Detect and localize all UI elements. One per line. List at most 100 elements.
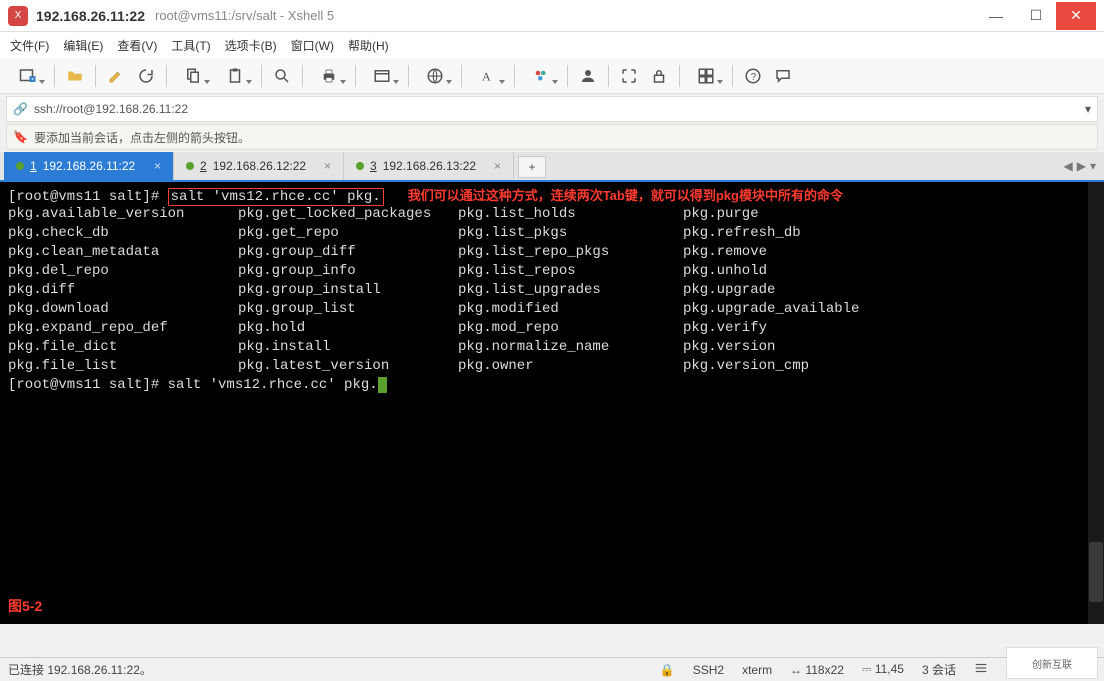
hint-text: 要添加当前会话，点击左侧的箭头按钮。 bbox=[34, 129, 250, 146]
window-subtitle: root@vms11:/srv/salt - Xshell 5 bbox=[155, 8, 334, 23]
bookmark-icon[interactable]: 🔖 bbox=[13, 130, 28, 144]
pencil-icon bbox=[107, 67, 125, 85]
print-button[interactable] bbox=[309, 62, 349, 90]
terminal-annotation: 我们可以通过这种方式，连续两次Tab键，就可以得到pkg模块中所有的命令 bbox=[408, 188, 843, 203]
disconnect-button[interactable] bbox=[132, 62, 160, 90]
close-button[interactable]: ✕ bbox=[1056, 2, 1096, 30]
fullscreen-button[interactable] bbox=[615, 62, 643, 90]
status-connected: 已连接 192.168.26.11:22。 bbox=[8, 661, 152, 678]
encoding-button[interactable] bbox=[415, 62, 455, 90]
tab-add-button[interactable]: + bbox=[518, 156, 546, 178]
font-button[interactable]: A bbox=[468, 62, 508, 90]
help-button[interactable]: ? bbox=[739, 62, 767, 90]
tab-number: 2 bbox=[200, 159, 207, 173]
tab-label: 192.168.26.12:22 bbox=[213, 159, 306, 173]
address-dropdown-icon[interactable]: ▾ bbox=[1085, 102, 1091, 116]
reconnect-button[interactable] bbox=[102, 62, 130, 90]
find-button[interactable] bbox=[268, 62, 296, 90]
lock-button[interactable] bbox=[645, 62, 673, 90]
menubar: 文件(F) 编辑(E) 查看(V) 工具(T) 选项卡(B) 窗口(W) 帮助(… bbox=[0, 32, 1104, 58]
window-icon bbox=[373, 67, 391, 85]
status-dot-icon bbox=[356, 162, 364, 170]
help-icon: ? bbox=[744, 67, 762, 85]
completion-col-4: pkg.purge pkg.refresh_db pkg.remove pkg.… bbox=[683, 205, 1096, 376]
tab-next-icon[interactable]: ▶ bbox=[1077, 159, 1086, 173]
terminal-pane[interactable]: [root@vms11 salt]# salt 'vms12.rhce.cc' … bbox=[0, 182, 1104, 624]
grid-icon bbox=[697, 67, 715, 85]
status-sessions: 3 会话 bbox=[922, 661, 956, 678]
open-button[interactable] bbox=[61, 62, 89, 90]
minimize-button[interactable]: — bbox=[976, 2, 1016, 30]
terminal-completion-list: pkg.available_version pkg.check_db pkg.c… bbox=[8, 205, 1096, 376]
completion-col-1: pkg.available_version pkg.check_db pkg.c… bbox=[8, 205, 238, 376]
menu-file[interactable]: 文件(F) bbox=[10, 37, 49, 54]
copy-icon bbox=[184, 67, 202, 85]
terminal-prompt-text: [root@vms11 salt]# salt 'vms12.rhce.cc' … bbox=[8, 377, 378, 393]
scrollbar-thumb[interactable] bbox=[1089, 542, 1103, 602]
users-button[interactable] bbox=[574, 62, 602, 90]
search-icon bbox=[273, 67, 291, 85]
status-size: ↔ 118x22 bbox=[790, 663, 844, 677]
status-dot-icon bbox=[186, 162, 194, 170]
window-title: 192.168.26.11:22 bbox=[36, 8, 145, 24]
fullscreen-icon bbox=[620, 67, 638, 85]
font-icon: A bbox=[479, 67, 497, 85]
status-dot-icon bbox=[16, 162, 24, 170]
globe-icon bbox=[426, 67, 444, 85]
status-menu-icon[interactable] bbox=[974, 661, 988, 678]
svg-text:?: ? bbox=[751, 71, 757, 82]
tab-number: 1 bbox=[30, 159, 37, 173]
chat-button[interactable] bbox=[769, 62, 797, 90]
paste-icon bbox=[226, 67, 244, 85]
completion-col-2: pkg.get_locked_packages pkg.get_repo pkg… bbox=[238, 205, 458, 376]
new-session-button[interactable] bbox=[8, 62, 48, 90]
menu-view[interactable]: 查看(V) bbox=[117, 37, 157, 54]
copy-button[interactable] bbox=[173, 62, 213, 90]
paste-button[interactable] bbox=[215, 62, 255, 90]
refresh-icon bbox=[137, 67, 155, 85]
status-bar: 已连接 192.168.26.11:22。 🔒 SSH2 xterm ↔ 118… bbox=[0, 657, 1104, 681]
color-button[interactable] bbox=[521, 62, 561, 90]
terminal-prompt: [root@vms11 salt]# bbox=[8, 189, 168, 205]
tab-close-icon[interactable]: × bbox=[494, 159, 501, 173]
menu-tools[interactable]: 工具(T) bbox=[171, 37, 210, 54]
terminal-command-highlighted: salt 'vms12.rhce.cc' pkg. bbox=[168, 188, 384, 206]
menu-window[interactable]: 窗口(W) bbox=[291, 37, 334, 54]
lock-icon bbox=[650, 67, 668, 85]
maximize-button[interactable]: ☐ bbox=[1016, 2, 1056, 30]
palette-icon bbox=[532, 67, 550, 85]
tab-list-icon[interactable]: ▾ bbox=[1090, 159, 1096, 173]
svg-text:A: A bbox=[482, 69, 491, 83]
terminal-scrollbar[interactable] bbox=[1088, 182, 1104, 624]
link-icon: 🔗 bbox=[13, 102, 28, 116]
status-lock-icon: 🔒 bbox=[660, 663, 675, 677]
address-text: ssh://root@192.168.26.11:22 bbox=[34, 102, 188, 116]
hint-bar: 🔖 要添加当前会话，点击左侧的箭头按钮。 bbox=[6, 124, 1098, 150]
terminal-current-line: [root@vms11 salt]# salt 'vms12.rhce.cc' … bbox=[8, 376, 1096, 395]
tab-session-3[interactable]: 3 192.168.26.13:22 × bbox=[344, 152, 514, 180]
status-term: xterm bbox=[742, 663, 772, 677]
layout-button[interactable] bbox=[686, 62, 726, 90]
figure-label: 图5-2 bbox=[8, 597, 42, 616]
tab-nav: ◀ ▶ ▾ bbox=[1056, 152, 1104, 180]
address-bar[interactable]: 🔗 ssh://root@192.168.26.11:22 ▾ bbox=[6, 96, 1098, 122]
menu-edit[interactable]: 编辑(E) bbox=[63, 37, 103, 54]
tab-close-icon[interactable]: × bbox=[324, 159, 331, 173]
menu-tabs[interactable]: 选项卡(B) bbox=[225, 37, 277, 54]
terminal-cursor bbox=[378, 377, 387, 393]
tab-number: 3 bbox=[370, 159, 377, 173]
printer-icon bbox=[320, 67, 338, 85]
tab-close-icon[interactable]: × bbox=[154, 159, 161, 173]
properties-button[interactable] bbox=[362, 62, 402, 90]
tab-session-1[interactable]: 1 192.168.26.11:22 × bbox=[4, 152, 174, 180]
menu-help[interactable]: 帮助(H) bbox=[348, 37, 389, 54]
app-icon: X bbox=[8, 6, 28, 26]
tab-strip: 1 192.168.26.11:22 × 2 192.168.26.12:22 … bbox=[0, 152, 1104, 182]
tab-session-2[interactable]: 2 192.168.26.12:22 × bbox=[174, 152, 344, 180]
chat-icon bbox=[774, 67, 792, 85]
status-ssh: SSH2 bbox=[693, 663, 724, 677]
tab-prev-icon[interactable]: ◀ bbox=[1064, 159, 1073, 173]
folder-open-icon bbox=[66, 67, 84, 85]
toolbar: A ? bbox=[0, 58, 1104, 94]
window-titlebar: X 192.168.26.11:22 root@vms11:/srv/salt … bbox=[0, 0, 1104, 32]
